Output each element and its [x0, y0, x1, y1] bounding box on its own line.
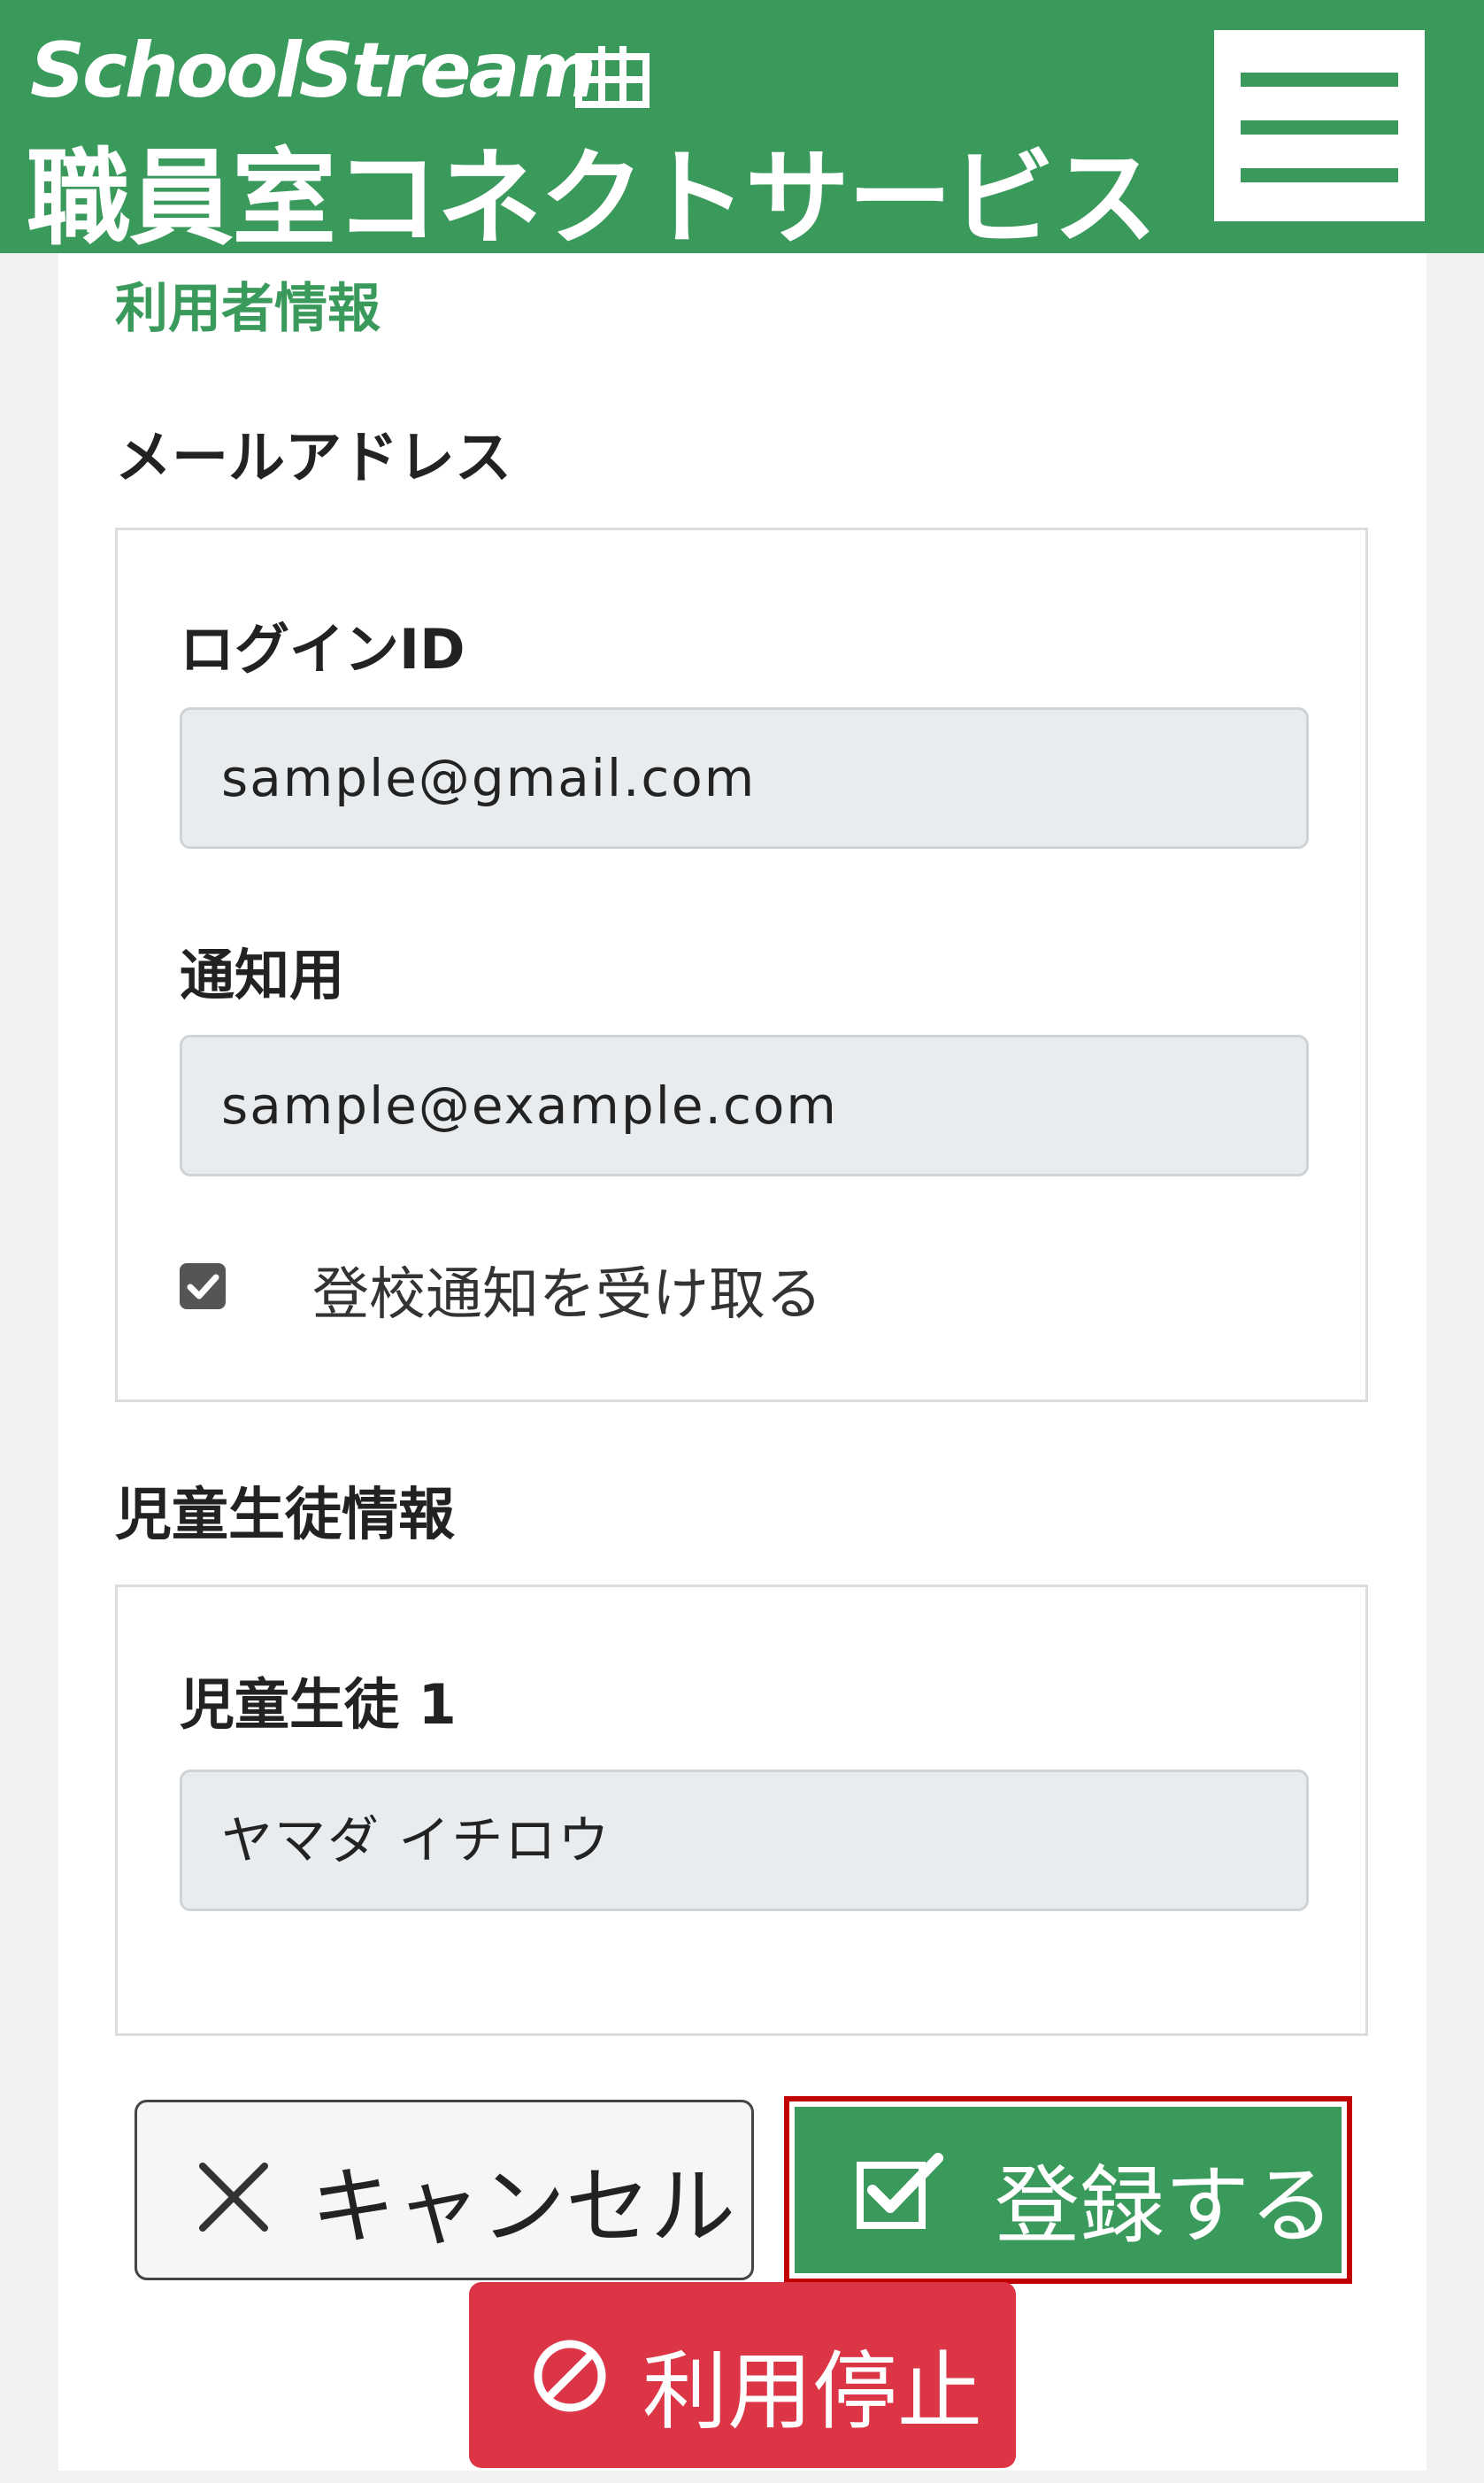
register-label: 登録する [995, 2156, 1334, 2256]
hamburger-menu-icon-bar [1241, 73, 1398, 87]
suspend-button[interactable]: 利用停止 [469, 2282, 1016, 2468]
school-logo-icon [575, 46, 650, 108]
email-heading: メールアドレス [115, 426, 511, 491]
login-id-label: ログインID [180, 617, 465, 682]
student-name-field[interactable]: ヤマダ イチロウ [180, 1770, 1309, 1911]
student-card: 児童生徒 1 ヤマダ イチロウ [115, 1585, 1368, 2036]
attendance-notify-label[interactable]: 登校通知を受け取る [312, 1249, 822, 1330]
checkmark-icon [187, 1274, 219, 1299]
check-square-icon [857, 2153, 943, 2229]
cancel-button[interactable]: キャンセル [135, 2100, 754, 2280]
register-button[interactable]: 登録する [795, 2107, 1342, 2273]
prohibited-icon [534, 2340, 606, 2412]
cancel-label: キャンセル [311, 2157, 735, 2256]
attendance-notify-checkbox[interactable] [180, 1263, 226, 1309]
brand-name-en: SchoolStream [30, 27, 596, 115]
brand-name-jp: 職員室コネクトサービス [27, 137, 1157, 259]
close-icon [199, 2163, 268, 2232]
app-header: SchoolStream 職員室コネクトサービス [0, 0, 1484, 259]
student-info-heading: 児童生徒情報 [115, 1483, 455, 1548]
user-info-title: 利用者情報 [115, 278, 381, 340]
hamburger-menu-icon-bar [1241, 168, 1398, 182]
notify-email-label: 通知用 [180, 943, 345, 1007]
hamburger-menu-icon-bar [1241, 120, 1398, 135]
hamburger-menu-button[interactable] [1214, 30, 1425, 221]
suspend-label: 利用停止 [642, 2342, 982, 2441]
email-card: ログインID sample@gmail.com 通知用 sample@examp… [115, 528, 1368, 1402]
login-id-field[interactable]: sample@gmail.com [180, 707, 1309, 849]
notify-email-field[interactable]: sample@example.com [180, 1035, 1309, 1176]
student-label: 児童生徒 1 [180, 1672, 457, 1737]
